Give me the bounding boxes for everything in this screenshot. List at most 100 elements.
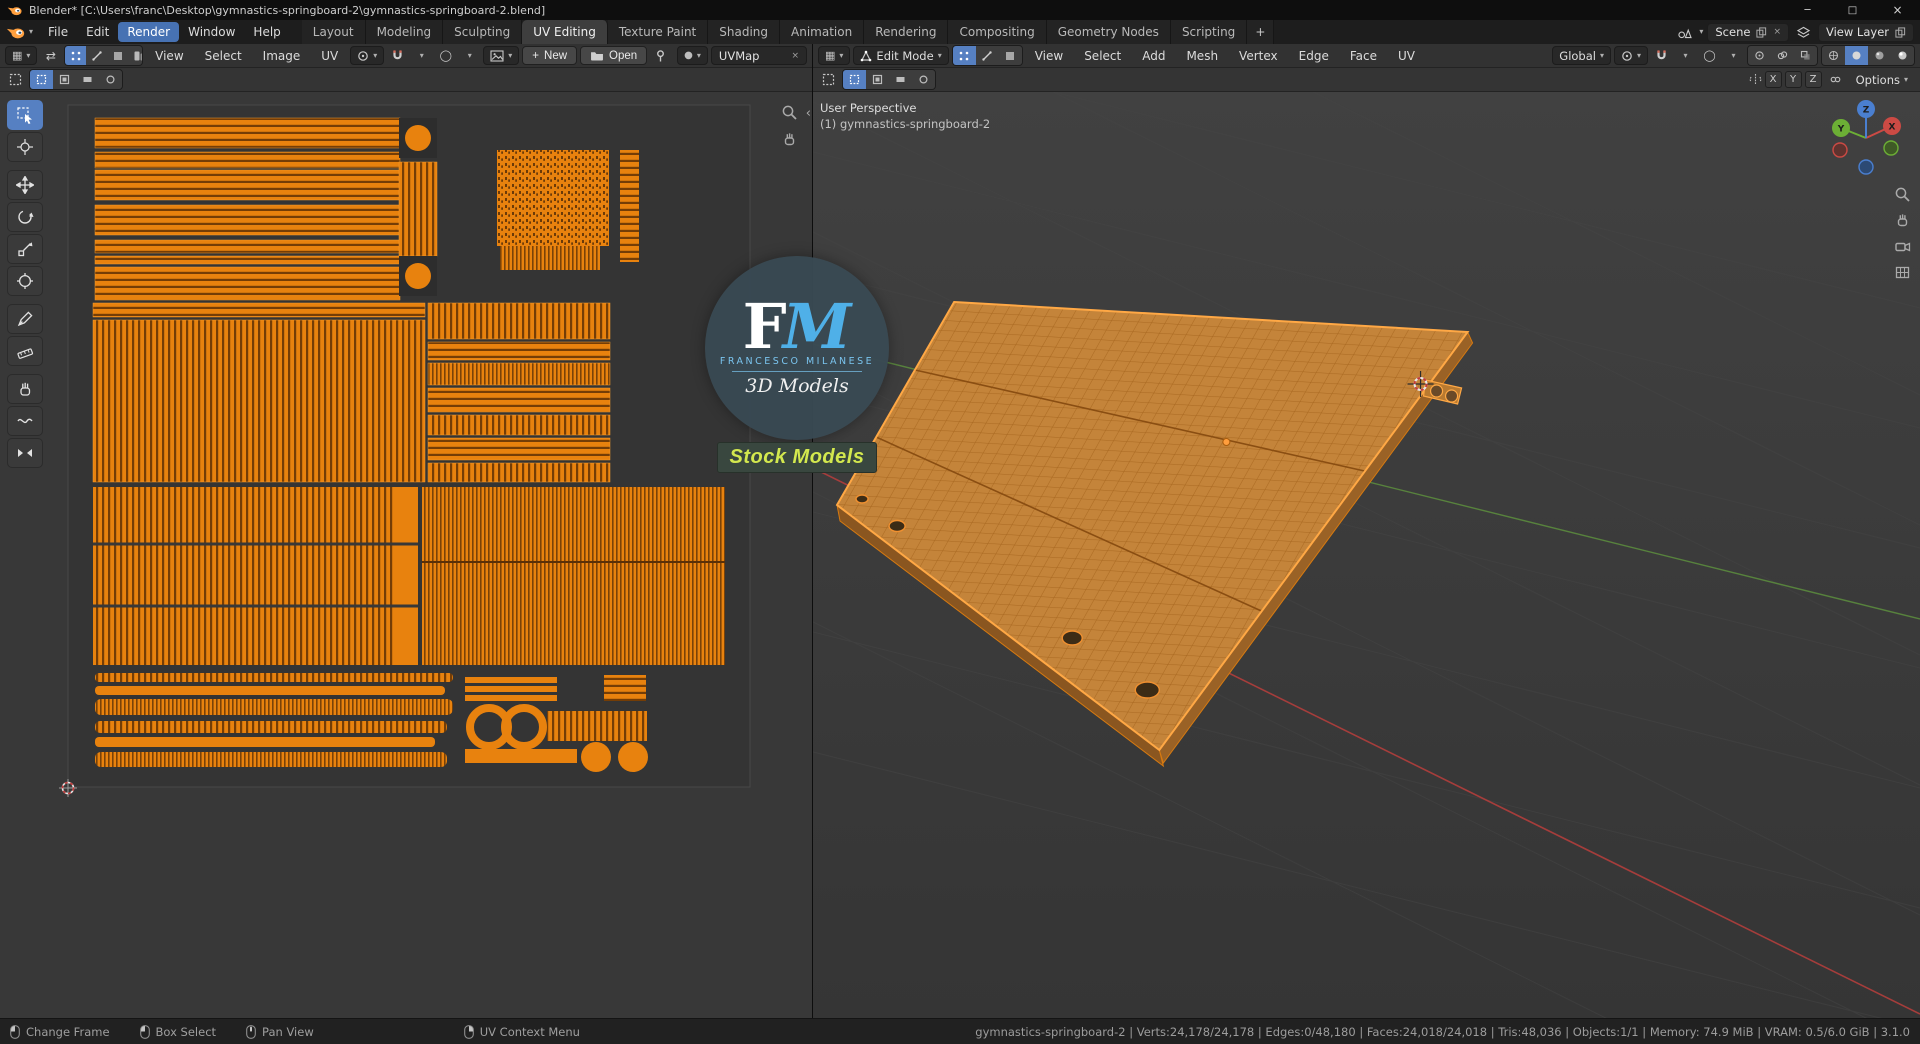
transform-orientation-dropdown[interactable]: Global ▾ (1552, 46, 1611, 65)
uvmap-selector[interactable]: UVMap × (711, 46, 807, 65)
uv-editor-type-button[interactable]: ▦ ▾ (5, 46, 37, 65)
vp-ortho-grid-icon[interactable] (1894, 264, 1911, 281)
snap-settings-dropdown[interactable]: ▾ (1675, 46, 1696, 65)
copy-scene-icon[interactable] (1756, 27, 1767, 38)
vp-menu-edge[interactable]: Edge (1290, 46, 1338, 66)
vp-menu-vertex[interactable]: Vertex (1230, 46, 1287, 66)
scene-selector[interactable]: Scene × (1707, 23, 1789, 42)
uv-sticky-option-2[interactable] (53, 70, 76, 89)
vp-toggle-1[interactable] (843, 70, 866, 89)
copy-view-layer-icon[interactable] (1895, 27, 1906, 38)
uv-proportional-editing-toggle[interactable]: ◯ (435, 46, 456, 65)
navigation-gizmo[interactable]: X Y Z (1828, 100, 1904, 176)
vp-zoom-icon[interactable] (1894, 186, 1911, 203)
vp-toggle-2[interactable] (866, 70, 889, 89)
grab-tool-button[interactable] (7, 374, 43, 404)
pivot-point-dropdown[interactable]: ▾ (1614, 46, 1648, 65)
scene-icon[interactable] (1674, 23, 1695, 42)
uv-sticky-option-3[interactable] (76, 70, 99, 89)
minimize-button[interactable]: ─ (1785, 0, 1830, 20)
blender-menu-logo-icon[interactable]: ▾ (6, 26, 33, 39)
vp-menu-view[interactable]: View (1026, 46, 1072, 66)
uv-select-vertex-button[interactable] (65, 46, 86, 65)
tab-geometry-nodes[interactable]: Geometry Nodes (1047, 20, 1171, 44)
uv-snap-settings-dropdown[interactable]: ▾ (411, 46, 432, 65)
tab-sculpting[interactable]: Sculpting (443, 20, 522, 44)
relax-tool-button[interactable] (7, 406, 43, 436)
menu-file[interactable]: File (39, 22, 77, 42)
menu-edit[interactable]: Edit (77, 22, 118, 42)
vp-menu-face[interactable]: Face (1341, 46, 1386, 66)
show-overlays-toggle[interactable] (1771, 46, 1794, 65)
vp-toggle-4[interactable] (912, 70, 935, 89)
menu-window[interactable]: Window (179, 22, 244, 42)
proportional-falloff-dropdown[interactable]: ▾ (1723, 46, 1744, 65)
image-browse-dropdown[interactable]: ▾ (483, 46, 519, 65)
uv-menu-uv[interactable]: UV (312, 46, 347, 66)
rotate-tool-button[interactable] (7, 202, 43, 232)
vertex-select-button[interactable] (953, 46, 976, 65)
uv-island-middle-right[interactable] (428, 303, 610, 482)
vp-menu-uv[interactable]: UV (1389, 46, 1424, 66)
uvmap-clear-icon[interactable]: × (791, 51, 799, 61)
tab-compositing[interactable]: Compositing (948, 20, 1046, 44)
gizmo-negative-y-ball[interactable] (1884, 141, 1898, 155)
close-button[interactable]: × (1875, 0, 1920, 20)
vp-camera-view-icon[interactable] (1894, 238, 1911, 255)
uv-island-middle-left[interactable] (93, 303, 425, 482)
tab-scripting[interactable]: Scripting (1171, 20, 1247, 44)
transform-tool-button[interactable] (7, 266, 43, 296)
shading-rendered-button[interactable] (1891, 46, 1914, 65)
vp-toggle-3[interactable] (889, 70, 912, 89)
shading-wireframe-button[interactable] (1822, 46, 1845, 65)
tweak-cursor-tool-button[interactable] (7, 132, 43, 162)
mirror-x-toggle[interactable]: X (1765, 71, 1782, 88)
scene-dropdown-arrow[interactable]: ▾ (1699, 28, 1703, 36)
shading-solid-button[interactable] (1845, 46, 1868, 65)
vp-menu-select[interactable]: Select (1075, 46, 1130, 66)
tab-texture-paint[interactable]: Texture Paint (608, 20, 708, 44)
uv-zoom-icon[interactable] (781, 104, 798, 121)
gizmo-negative-z-ball[interactable] (1859, 160, 1873, 174)
mirror-y-to ggle[interactable]: Y (1785, 71, 1802, 88)
uv-sync-selection-toggle[interactable]: ⇄ (40, 46, 61, 65)
uv-canvas[interactable] (0, 92, 812, 1018)
shading-material-button[interactable] (1868, 46, 1891, 65)
uv-sticky-option-1[interactable] (30, 70, 53, 89)
uv-select-edge-button[interactable] (86, 46, 107, 65)
uv-menu-view[interactable]: View (146, 46, 192, 66)
uv-snap-toggle[interactable] (387, 46, 408, 65)
springboard-mesh[interactable] (837, 302, 1473, 766)
snap-toggle[interactable] (1651, 46, 1672, 65)
uv-menu-image[interactable]: Image (254, 46, 310, 66)
uv-sticky-option-4[interactable] (99, 70, 122, 89)
proportional-editing-toggle[interactable]: ◯ (1699, 46, 1720, 65)
face-select-button[interactable] (999, 46, 1022, 65)
view-layer-selector[interactable]: View Layer (1818, 23, 1914, 42)
tab-layout[interactable]: Layout (302, 20, 366, 44)
uv-menu-select[interactable]: Select (196, 46, 251, 66)
options-dropdown[interactable]: Options ▾ (1849, 70, 1915, 89)
uv-pan-hand-icon[interactable] (781, 131, 798, 148)
menu-help[interactable]: Help (244, 22, 289, 42)
tab-rendering[interactable]: Rendering (864, 20, 948, 44)
open-image-button[interactable]: Open (580, 46, 647, 65)
tab-modeling[interactable]: Modeling (366, 20, 444, 44)
tab-animation[interactable]: Animation (780, 20, 864, 44)
measure-tool-button[interactable] (7, 336, 43, 366)
vp-active-tool-icon[interactable] (818, 70, 839, 89)
box-select-tool-button[interactable] (7, 100, 43, 130)
vp-menu-mesh[interactable]: Mesh (1177, 46, 1227, 66)
snap-extra-toggle[interactable] (1825, 70, 1846, 89)
uv-select-island-button[interactable] (128, 46, 143, 65)
view-layer-icon[interactable] (1793, 23, 1814, 42)
edge-select-button[interactable] (976, 46, 999, 65)
uv-select-face-button[interactable] (107, 46, 128, 65)
uv-island-top-left[interactable] (95, 118, 437, 300)
viewport-editor-type-button[interactable]: ▦ ▾ (818, 46, 850, 65)
tab-shading[interactable]: Shading (708, 20, 780, 44)
mode-dropdown[interactable]: Edit Mode ▾ (853, 46, 948, 65)
uv-proportional-falloff-dropdown[interactable]: ▾ (459, 46, 480, 65)
unlink-scene-icon[interactable]: × (1773, 27, 1781, 37)
uv-island-lower-band[interactable] (93, 487, 725, 665)
